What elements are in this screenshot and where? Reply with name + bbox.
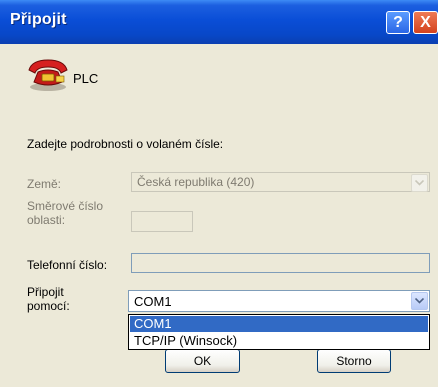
option-com1[interactable]: COM1 — [130, 316, 428, 332]
country-value: Česká republika (420) — [137, 175, 255, 189]
connect-using-select[interactable]: COM1 — [128, 290, 430, 312]
area-code-label-line1: Směrové číslo — [27, 199, 104, 213]
area-code-label-line2: oblasti: — [27, 213, 66, 227]
connect-dialog: Připojit ? X PLC Zadejte podrobnosti o v… — [0, 0, 438, 387]
phone-icon — [28, 59, 68, 91]
help-button[interactable]: ? — [386, 11, 410, 34]
cancel-button[interactable]: Storno — [317, 349, 391, 373]
connect-using-dropdown-list: COM1 TCP/IP (Winsock) — [128, 314, 430, 350]
chevron-down-icon — [415, 298, 424, 304]
connect-using-value: COM1 — [134, 294, 172, 309]
instructions-text: Zadejte podrobnosti o volaném čísle: — [27, 137, 224, 151]
chevron-down-icon — [415, 180, 424, 186]
phone-number-input[interactable] — [131, 253, 430, 273]
country-dropdown-button[interactable] — [411, 174, 428, 192]
connection-name: PLC — [73, 71, 99, 86]
connect-using-label-line2: pomocí: — [27, 299, 70, 313]
country-select[interactable]: Česká republika (420) — [131, 172, 430, 192]
option-tcpip-winsock[interactable]: TCP/IP (Winsock) — [130, 333, 428, 349]
connect-using-dropdown-button[interactable] — [411, 292, 428, 310]
country-label: Země: — [27, 177, 62, 191]
connect-using-label-line1: Připojit — [27, 285, 64, 299]
window-title: Připojit — [10, 11, 67, 28]
area-code-input[interactable] — [131, 211, 193, 232]
title-bar[interactable]: Připojit ? X — [0, 0, 438, 44]
phone-number-label: Telefonní číslo: — [27, 258, 108, 272]
ok-button[interactable]: OK — [165, 349, 240, 373]
close-button[interactable]: X — [413, 11, 438, 34]
